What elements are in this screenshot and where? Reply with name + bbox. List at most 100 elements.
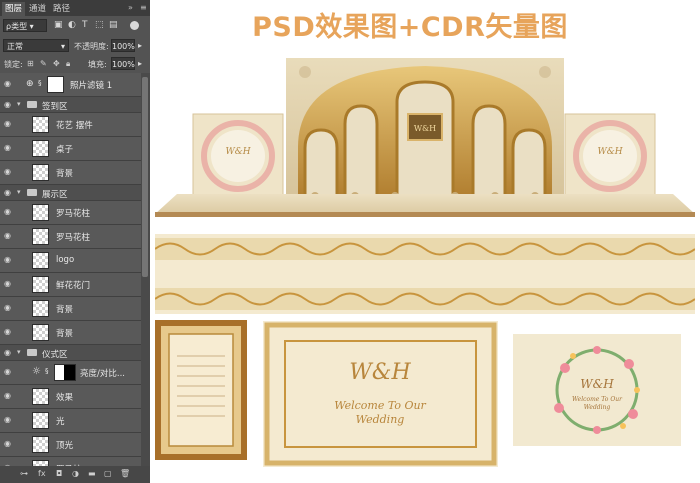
layer-name: 花艺 摆件 (56, 121, 93, 131)
lock-transparent-icon[interactable]: ⊞ (27, 59, 34, 68)
layer-row[interactable]: ◉ 顶光 (0, 433, 141, 457)
layer-row[interactable]: ◉ 花艺 摆件 (0, 113, 141, 137)
stage-floor (155, 194, 695, 214)
visibility-eye-icon[interactable]: ◉ (4, 231, 11, 240)
adjustment-layer-icon: ⊕ (26, 79, 34, 89)
opacity-input[interactable]: 100% (111, 39, 135, 52)
stage-edge (155, 212, 695, 217)
layer-thumbnail (32, 412, 49, 429)
fill-input[interactable]: 100% (111, 57, 135, 70)
scrollbar-thumb[interactable] (142, 77, 148, 277)
tab-layers[interactable]: 图层 (2, 2, 26, 16)
welcome-card-background (263, 321, 498, 467)
add-mask-icon[interactable]: ◘ (56, 469, 62, 478)
layer-group-row[interactable]: ◉ ▾ 展示区 (0, 185, 141, 201)
new-adjustment-icon[interactable]: ◑ (72, 469, 79, 478)
adjust-filter-icon[interactable]: ◐ (68, 20, 76, 30)
layers-scrollbar[interactable] (141, 73, 150, 466)
layer-row[interactable]: ◉ 背景 (0, 321, 141, 345)
lace-border-strips (155, 234, 695, 314)
floral-welcome-card: W&H Welcome To Our Wedding (513, 334, 681, 446)
collapse-icon[interactable]: » (128, 3, 133, 12)
layer-thumbnail (32, 436, 49, 453)
chevron-down-icon: ▾ (60, 42, 65, 51)
layer-thumbnail (32, 204, 49, 221)
visibility-eye-icon[interactable]: ◉ (4, 79, 11, 88)
visibility-eye-icon[interactable]: ◉ (4, 439, 11, 448)
visibility-eye-icon[interactable]: ◉ (4, 167, 11, 176)
lock-all-icon[interactable]: 🔒︎ (66, 59, 70, 69)
vertical-sign-card (155, 320, 247, 460)
expand-arrow-icon[interactable]: ▾ (17, 100, 21, 108)
layer-row[interactable]: ◉ logo (0, 249, 141, 273)
left-panel-monogram: W&H (225, 147, 250, 157)
layer-name: 效果 (56, 393, 74, 403)
panel-tabbar: 图层 通道 路径 » ≡ (0, 0, 150, 16)
layer-row[interactable]: ◉ 光 (0, 409, 141, 433)
fx-icon[interactable]: fx (38, 469, 46, 478)
type-filter-icon[interactable]: T (82, 20, 88, 30)
panel-menu-icon[interactable]: ≡ (140, 3, 147, 12)
layer-group-name: 仪式区 (42, 350, 68, 360)
kind-filter-label: ρ类型 (6, 22, 28, 31)
visibility-eye-icon[interactable]: ◉ (4, 348, 11, 357)
layer-row[interactable]: ◉ ⊕ § 照片滤镜 1 (0, 73, 141, 97)
link-layers-icon[interactable]: ⊶ (20, 469, 28, 478)
visibility-eye-icon[interactable]: ◉ (4, 207, 11, 216)
layer-row[interactable]: ◉ 背景 (0, 161, 141, 185)
visibility-eye-icon[interactable]: ◉ (4, 367, 11, 376)
expand-arrow-icon[interactable]: ▾ (17, 348, 21, 356)
folder-icon (27, 189, 37, 196)
welcome-sign-card: W&H Welcome To Our Wedding (263, 321, 498, 467)
layer-thumbnail (32, 116, 49, 133)
layer-group-row[interactable]: ◉ ▾ 仪式区 (0, 345, 141, 361)
floral-line-2: Wedding (584, 404, 611, 411)
fill-label: 填充: (88, 60, 107, 69)
layer-row[interactable]: ◉ ☼ § 亮度/对比... (0, 361, 141, 385)
stage-render: W&H W&H W&H (155, 58, 695, 217)
lock-row: 锁定: ⊞ ✎ ✥ 🔒︎ 填充: 100% ▸ (0, 55, 150, 73)
layer-row[interactable]: ◉ 背景 (0, 297, 141, 321)
opacity-dropdown-icon[interactable]: ▸ (138, 41, 142, 50)
visibility-eye-icon[interactable]: ◉ (4, 100, 11, 109)
layer-row[interactable]: ◉ 鲜花花门 (0, 273, 141, 297)
new-group-icon[interactable]: ▬ (88, 469, 96, 478)
layer-thumbnail (32, 388, 49, 405)
visibility-eye-icon[interactable]: ◉ (4, 143, 11, 152)
layer-row[interactable]: ◉ 效果 (0, 385, 141, 409)
layer-name: 背景 (56, 305, 74, 315)
layers-list: ◉ ⊕ § 照片滤镜 1 ◉ ▾ 签到区 ◉ 花艺 摆件 ◉ 桌子 ◉ 背景 ◉… (0, 73, 141, 481)
kind-filter-select[interactable]: ρ类型 ▾ (3, 19, 47, 32)
visibility-eye-icon[interactable]: ◉ (4, 327, 11, 336)
layer-thumbnail (32, 324, 49, 341)
trash-icon[interactable]: 🗑︎ (120, 469, 130, 478)
tab-paths[interactable]: 路径 (50, 2, 73, 16)
visibility-eye-icon[interactable]: ◉ (4, 188, 11, 197)
visibility-eye-icon[interactable]: ◉ (4, 255, 11, 264)
expand-arrow-icon[interactable]: ▾ (17, 188, 21, 196)
welcome-line-1: Welcome To Our (334, 399, 426, 412)
fill-dropdown-icon[interactable]: ▸ (138, 59, 142, 68)
layer-row[interactable]: ◉ 罗马花柱 (0, 225, 141, 249)
welcome-monogram: W&H (349, 360, 411, 385)
pixel-filter-icon[interactable]: ▣ (54, 20, 63, 30)
visibility-eye-icon[interactable]: ◉ (4, 303, 11, 312)
link-icon: § (38, 79, 42, 87)
shape-filter-icon[interactable]: ⬚ (95, 20, 104, 30)
tab-channels[interactable]: 通道 (26, 2, 49, 16)
smart-filter-icon[interactable]: ▤ (109, 20, 118, 30)
lock-position-icon[interactable]: ✥ (53, 59, 60, 68)
layer-group-row[interactable]: ◉ ▾ 签到区 (0, 97, 141, 113)
filter-toggle-icon[interactable] (130, 21, 139, 30)
layer-name: 亮度/对比... (80, 369, 125, 379)
visibility-eye-icon[interactable]: ◉ (4, 279, 11, 288)
layer-row[interactable]: ◉ 罗马花柱 (0, 201, 141, 225)
visibility-eye-icon[interactable]: ◉ (4, 391, 11, 400)
visibility-eye-icon[interactable]: ◉ (4, 415, 11, 424)
layer-name: 桌子 (56, 145, 74, 155)
blend-mode-select[interactable]: 正常 ▾ (3, 39, 69, 52)
lock-pixels-icon[interactable]: ✎ (40, 59, 47, 68)
new-layer-icon[interactable]: ▢ (104, 469, 112, 478)
visibility-eye-icon[interactable]: ◉ (4, 119, 11, 128)
layer-row[interactable]: ◉ 桌子 (0, 137, 141, 161)
